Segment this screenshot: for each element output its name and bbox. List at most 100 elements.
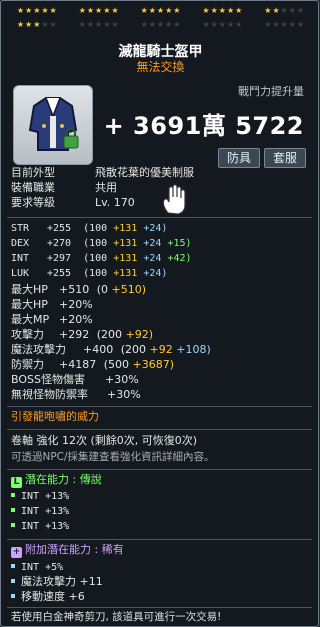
star-icon: ★ xyxy=(218,20,226,29)
divider xyxy=(7,539,312,540)
potential-line: INT +13% xyxy=(11,505,69,519)
star-icon: ★ xyxy=(235,6,243,15)
footer-hint: 若使用白金神奇剪刀, 該道具可進行一次交易! xyxy=(11,611,222,623)
potential-title-row: L 潛在能力 : 傳說 xyxy=(11,473,102,488)
star-icon: ★ xyxy=(95,20,103,29)
stat-row-str: STR +255 (100 +131 +24) xyxy=(11,223,168,234)
stat-row-magic-attack: 魔法攻擊力 +400 (200 +92 +108) xyxy=(11,343,211,356)
star-icon: ★ xyxy=(210,6,218,15)
star-icon: ★ xyxy=(272,20,280,29)
star-icon: ★ xyxy=(218,6,226,15)
star-group: ★ ★ ★ ★ ★ xyxy=(264,21,304,29)
star-group: ★ ★ ★ ★ ★ xyxy=(202,21,242,29)
info-value: 共用 xyxy=(95,181,117,194)
star-icon: ★ xyxy=(280,20,288,29)
star-icon: ★ xyxy=(210,20,218,29)
stat-row-int: INT +297 (100 +131 +24 +42) xyxy=(11,253,192,264)
star-group: ★ ★ ★ ★ ★ xyxy=(79,7,119,15)
star-icon: ★ xyxy=(280,6,288,15)
potential-line: INT +13% xyxy=(11,490,69,504)
star-icon: ★ xyxy=(33,6,41,15)
star-icon: ★ xyxy=(156,6,165,15)
star-icon: ★ xyxy=(111,20,119,29)
star-icon: ★ xyxy=(173,20,181,29)
star-group: ★ ★ ★ ★ ★ xyxy=(202,7,242,15)
star-icon: ★ xyxy=(156,20,165,29)
star-icon: ★ xyxy=(140,20,148,29)
star-icon: ★ xyxy=(264,20,272,29)
star-icon: ★ xyxy=(41,6,49,15)
star-icon: ★ xyxy=(86,20,95,29)
star-group: ★ ★ ★ ★ ★ xyxy=(17,7,57,15)
rare-badge-icon: + xyxy=(11,547,22,558)
divider xyxy=(7,607,312,608)
info-label: 裝備職業 xyxy=(11,181,55,194)
star-icon: ★ xyxy=(288,6,296,15)
star-icon: ★ xyxy=(226,20,235,29)
star-icon: ★ xyxy=(165,20,173,29)
star-group: ★ ★ ★ ★ ★ xyxy=(264,7,304,15)
star-group: ★ ★ ★ ★ ★ xyxy=(17,21,57,29)
star-icon: ★ xyxy=(272,6,280,15)
star-icon: ★ xyxy=(111,6,119,15)
star-icon: ★ xyxy=(78,20,86,29)
star-icon: ★ xyxy=(103,6,111,15)
star-icon: ★ xyxy=(296,20,305,29)
item-tooltip: ★ ★ ★ ★ ★ ★ ★ ★ ★ ★ ★ ★ ★ ★ ★ ★ ★ ★ ★ ★ ★ ★ ★ ★ ★ ★ ★ ★ ★ ★ ★ ★ ★ ★ ★ ★ ★ ★ ★… xyxy=(0,0,319,627)
info-row: 要求等級 Lv. 170 xyxy=(11,196,135,210)
star-icon: ★ xyxy=(148,20,156,29)
star-group: ★ ★ ★ ★ ★ xyxy=(141,7,181,15)
additional-potential-line: INT +5% xyxy=(11,560,63,575)
star-icon: ★ xyxy=(16,6,25,15)
star-icon: ★ xyxy=(95,6,103,15)
star-icon: ★ xyxy=(140,6,148,15)
info-label: 要求等級 xyxy=(11,196,55,209)
divider xyxy=(7,406,312,407)
star-icon: ★ xyxy=(288,20,296,29)
legendary-badge-icon: L xyxy=(11,477,22,488)
stat-row-dex: DEX +270 (100 +131 +24 +15) xyxy=(11,238,192,249)
star-icon: ★ xyxy=(25,6,33,15)
combat-power-value: + 3691萬 5722 xyxy=(103,112,304,140)
stat-row-max-mp-pct: 最大MP +20% xyxy=(11,313,93,326)
star-icon: ★ xyxy=(226,6,235,15)
star-icon: ★ xyxy=(296,6,305,15)
star-icon: ★ xyxy=(16,20,25,29)
divider xyxy=(7,217,312,218)
star-icon: ★ xyxy=(49,6,57,15)
stat-row-ignore-defense: 無視怪物防禦率 +30% xyxy=(11,388,141,401)
stat-row-boss-damage: BOSS怪物傷害 +30% xyxy=(11,373,139,386)
star-icon: ★ xyxy=(86,6,95,15)
star-group: ★ ★ ★ ★ ★ xyxy=(79,21,119,29)
stat-row-attack: 攻擊力 +292 (200 +92) xyxy=(11,328,154,341)
divider xyxy=(7,429,312,430)
item-icon-frame xyxy=(13,85,93,165)
info-row: 裝備職業 共用 xyxy=(11,181,117,195)
star-icon: ★ xyxy=(165,6,173,15)
hand-cursor-icon xyxy=(162,184,186,215)
potential-line: INT +13% xyxy=(11,520,69,534)
additional-potential-line: 魔法攻擊力 +11 xyxy=(11,575,103,589)
star-group: ★ ★ ★ ★ ★ xyxy=(141,21,181,29)
star-icon: ★ xyxy=(173,6,181,15)
star-icon: ★ xyxy=(264,6,272,15)
scroll-upgrade-row: 卷軸 強化 12次 (剩餘0次, 可恢復0次) xyxy=(11,434,198,447)
star-icon: ★ xyxy=(33,20,41,29)
star-icon: ★ xyxy=(78,6,86,15)
additional-potential-title-row: + 附加潛在能力 : 稀有 xyxy=(11,543,124,558)
combat-power-label: 戰鬥力提升量 xyxy=(238,85,304,98)
info-value: 飛散花葉的優美制服 xyxy=(95,166,194,179)
star-icon: ★ xyxy=(41,20,49,29)
armor-button[interactable]: 防具 xyxy=(218,148,260,168)
npc-hint-text: 可透過NPC/採集建查看強化資訊詳細內容。 xyxy=(11,451,215,463)
star-icon: ★ xyxy=(49,20,57,29)
set-button[interactable]: 套服 xyxy=(264,148,306,168)
star-icon: ★ xyxy=(148,6,156,15)
divider xyxy=(7,469,312,470)
info-row: 目前外型 飛散花葉的優美制服 xyxy=(11,166,194,180)
additional-potential-line: 移動速度 +6 xyxy=(11,590,85,604)
star-force-row-1: ★ ★ ★ ★ ★ ★ ★ ★ ★ ★ ★ ★ ★ ★ ★ ★ ★ ★ ★ ★ ★ ★ ★ ★ ★ xyxy=(1,7,318,15)
armor-icon xyxy=(28,97,79,151)
stat-row-luk: LUK +255 (100 +131 +24) xyxy=(11,268,168,279)
star-icon: ★ xyxy=(103,20,111,29)
